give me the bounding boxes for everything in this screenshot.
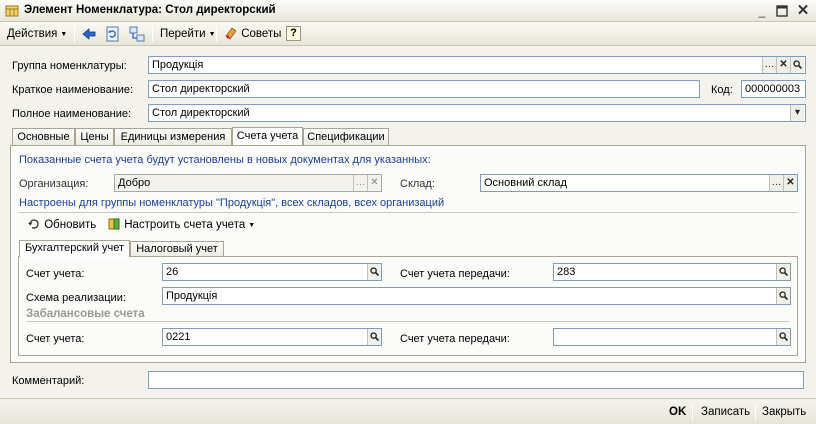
close-button[interactable]: Закрыть [762, 404, 806, 420]
offbalance-transfer-label: Счет учета передачи: [400, 333, 510, 345]
back-arrow-icon[interactable] [80, 25, 98, 43]
tips-button[interactable]: Советы [221, 25, 284, 43]
warehouse-field[interactable]: Основний склад [480, 174, 798, 192]
refresh-button[interactable]: Обновить [24, 216, 99, 234]
subtab-accounting[interactable]: Бухгалтерский учет [19, 240, 130, 257]
organization-label: Организация: [19, 178, 89, 190]
group-clear-icon[interactable]: ✕ [776, 57, 790, 73]
goto-menu-label: Перейти [160, 28, 206, 40]
comment-input[interactable] [148, 371, 804, 389]
subtab-tax[interactable]: Налоговый учет [130, 241, 224, 257]
code-label: Код: [711, 84, 733, 96]
offbalance-transfer-field[interactable] [553, 328, 791, 346]
account-value: 26 [166, 266, 179, 278]
footer-separator [692, 404, 693, 420]
full-name-label: Полное наименование: [12, 108, 132, 120]
maximize-icon[interactable] [774, 3, 790, 19]
toolbar-separator [216, 26, 217, 42]
offbalance-account-search-icon[interactable] [367, 329, 381, 345]
sales-scheme-label: Схема реализации: [26, 292, 126, 304]
transfer-account-label: Счет учета передачи: [400, 268, 510, 280]
tips-icon [225, 27, 237, 40]
offbalance-section-title: Забалансовые счета [26, 308, 145, 320]
help-button[interactable]: ? [286, 26, 301, 41]
tab-prices[interactable]: Цены [75, 128, 114, 145]
setup-accounts-label: Настроить счета учета [124, 219, 246, 231]
tab-accounts[interactable]: Счета учета [232, 127, 303, 145]
account-label: Счет учета: [26, 268, 85, 280]
account-search-icon[interactable] [367, 264, 381, 280]
transfer-account-search-icon[interactable] [776, 264, 790, 280]
offbalance-transfer-search-icon[interactable] [776, 329, 790, 345]
refresh-label: Обновить [44, 219, 97, 231]
actions-menu-label: Действия [7, 28, 58, 40]
warehouse-value: Основний склад [484, 177, 567, 189]
warehouse-clear-icon[interactable]: ✕ [783, 175, 797, 191]
catalog-icon [5, 5, 19, 17]
chevron-down-icon: ▼ [248, 222, 256, 229]
organization-field[interactable]: Добро [114, 174, 382, 192]
offbalance-account-value: 0221 [166, 331, 191, 343]
full-name-input[interactable]: Стол директорский [148, 104, 806, 122]
group-field[interactable]: Продукція [148, 56, 806, 74]
configured-for-text: Настроены для группы номенклатуры "Проду… [19, 197, 445, 209]
write-button[interactable]: Записать [701, 404, 750, 420]
tab-units[interactable]: Единицы измерения [114, 128, 232, 145]
divider [26, 321, 790, 322]
goto-menu[interactable]: Перейти ▼ [157, 25, 219, 43]
title-bar: Элемент Номенклатура: Стол директорский … [0, 0, 816, 22]
setup-accounts-menu[interactable]: Настроить счета учета ▼ [104, 216, 258, 234]
footer-separator [755, 404, 756, 420]
group-search-icon[interactable] [790, 57, 804, 73]
group-select-button[interactable]: … [762, 57, 776, 73]
short-name-value: Стол директорский [152, 83, 250, 95]
structure-icon[interactable] [128, 25, 146, 43]
full-name-dropdown-icon[interactable]: ▾ [790, 105, 804, 121]
actions-menu[interactable]: Действия ▼ [4, 25, 70, 43]
full-name-value: Стол директорский [152, 107, 250, 119]
code-input[interactable]: 000000003 [741, 80, 806, 98]
ok-button[interactable]: OK [669, 404, 686, 420]
comment-label: Комментарий: [12, 375, 85, 387]
tab-main[interactable]: Основные [12, 128, 75, 145]
accounts-info-text: Показанные счета учета будут установлены… [19, 154, 431, 166]
short-name-label: Краткое наименование: [12, 84, 134, 96]
tips-label: Советы [241, 28, 282, 40]
toolbar-separator [152, 26, 153, 42]
code-value: 000000003 [745, 83, 801, 95]
sales-scheme-search-icon[interactable] [776, 288, 790, 304]
warehouse-label: Склад: [400, 178, 435, 190]
offbalance-account-label: Счет учета: [26, 333, 85, 345]
transfer-account-field[interactable]: 283 [553, 263, 791, 281]
sales-scheme-value: Продукція [166, 290, 218, 302]
warehouse-select-button[interactable]: … [769, 175, 783, 191]
group-value: Продукція [152, 59, 204, 71]
chevron-down-icon: ▼ [208, 31, 216, 38]
footer-bar: OK Записать Закрыть [0, 398, 816, 424]
transfer-account-value: 283 [557, 266, 576, 278]
group-label: Группа номенклатуры: [12, 60, 127, 72]
tab-specifications[interactable]: Спецификации [303, 128, 389, 145]
sales-scheme-field[interactable]: Продукція [162, 287, 791, 305]
toolbar: Действия ▼ Перейти ▼ Советы ? [0, 22, 816, 46]
chevron-down-icon: ▼ [60, 31, 68, 38]
refresh-doc-icon[interactable] [104, 25, 122, 43]
setup-book-icon [108, 218, 120, 230]
divider [18, 212, 798, 213]
close-icon[interactable]: ✕ [795, 3, 811, 19]
organization-clear-icon[interactable]: ✕ [367, 175, 381, 191]
offbalance-account-field[interactable]: 0221 [162, 328, 382, 346]
toolbar-separator [97, 218, 98, 234]
toolbar-separator [74, 26, 75, 42]
minimize-icon[interactable]: _ [754, 3, 770, 19]
refresh-icon [28, 219, 39, 229]
organization-value: Добро [118, 177, 151, 189]
short-name-input[interactable]: Стол директорский [148, 80, 700, 98]
account-field[interactable]: 26 [162, 263, 382, 281]
organization-select-button[interactable]: … [353, 175, 367, 191]
window-title: Элемент Номенклатура: Стол директорский [24, 4, 276, 16]
